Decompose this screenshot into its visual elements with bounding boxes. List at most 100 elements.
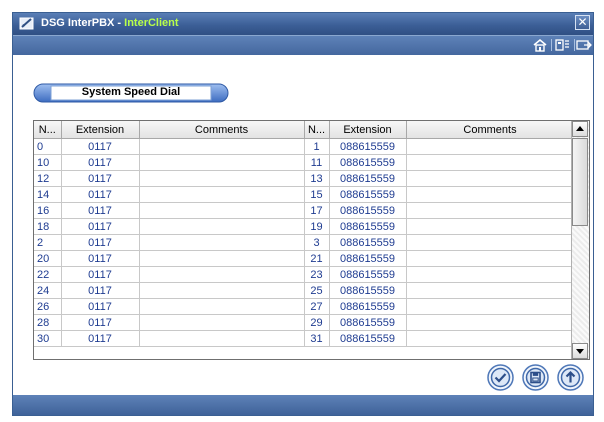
extension-cell[interactable]: 0117 xyxy=(61,186,140,203)
column-header-extension[interactable]: Extension xyxy=(61,121,140,139)
extension-cell[interactable]: 088615559 xyxy=(329,298,407,315)
extension-cell[interactable]: 0117 xyxy=(61,298,140,315)
table-row[interactable]: 22 0117 23 088615559 xyxy=(34,266,575,283)
table-row[interactable]: 26 0117 27 088615559 xyxy=(34,298,575,315)
speed-dial-number[interactable]: 27 xyxy=(304,298,330,315)
comments-cell[interactable] xyxy=(406,298,575,315)
phone-settings-icon[interactable] xyxy=(554,38,572,52)
extension-cell[interactable]: 0117 xyxy=(61,170,140,187)
comments-cell[interactable] xyxy=(406,186,575,203)
extension-cell[interactable]: 0117 xyxy=(61,138,140,155)
comments-cell[interactable] xyxy=(406,170,575,187)
extension-cell[interactable]: 0117 xyxy=(61,202,140,219)
close-button[interactable]: ✕ xyxy=(575,15,590,30)
table-row[interactable]: 30 0117 31 088615559 xyxy=(34,330,575,347)
table-row[interactable]: 20 0117 21 088615559 xyxy=(34,250,575,267)
extension-cell[interactable]: 088615559 xyxy=(329,154,407,171)
title-bar[interactable]: DSG InterPBX - InterClient ✕ xyxy=(13,13,593,35)
comments-cell[interactable] xyxy=(406,138,575,155)
comments-cell[interactable] xyxy=(139,266,305,283)
speed-dial-number[interactable]: 26 xyxy=(34,298,62,315)
column-header-number[interactable]: N... xyxy=(34,121,62,139)
comments-cell[interactable] xyxy=(406,154,575,171)
speed-dial-number[interactable]: 18 xyxy=(34,218,62,235)
extension-cell[interactable]: 0117 xyxy=(61,218,140,235)
comments-cell[interactable] xyxy=(406,202,575,219)
speed-dial-number[interactable]: 12 xyxy=(34,170,62,187)
speed-dial-number[interactable]: 2 xyxy=(34,234,62,251)
speed-dial-number[interactable]: 11 xyxy=(304,154,330,171)
comments-cell[interactable] xyxy=(139,186,305,203)
table-row[interactable]: 14 0117 15 088615559 xyxy=(34,186,575,203)
comments-cell[interactable] xyxy=(139,138,305,155)
table-row[interactable]: 28 0117 29 088615559 xyxy=(34,314,575,331)
comments-cell[interactable] xyxy=(406,314,575,331)
extension-cell[interactable]: 0117 xyxy=(61,266,140,283)
speed-dial-number[interactable]: 25 xyxy=(304,282,330,299)
column-header-comments-2[interactable]: Comments xyxy=(406,121,575,139)
upload-button[interactable] xyxy=(557,364,584,391)
extension-cell[interactable]: 088615559 xyxy=(329,250,407,267)
extension-cell[interactable]: 088615559 xyxy=(329,138,407,155)
extension-cell[interactable]: 0117 xyxy=(61,330,140,347)
comments-cell[interactable] xyxy=(406,282,575,299)
speed-dial-number[interactable]: 16 xyxy=(34,202,62,219)
speed-dial-number[interactable]: 24 xyxy=(34,282,62,299)
comments-cell[interactable] xyxy=(139,154,305,171)
column-header-number-2[interactable]: N... xyxy=(304,121,330,139)
comments-cell[interactable] xyxy=(139,250,305,267)
extension-cell[interactable]: 0117 xyxy=(61,282,140,299)
extension-cell[interactable]: 088615559 xyxy=(329,186,407,203)
comments-cell[interactable] xyxy=(139,298,305,315)
home-icon[interactable] xyxy=(531,38,549,52)
scroll-up-button[interactable] xyxy=(572,121,588,137)
column-header-extension-2[interactable]: Extension xyxy=(329,121,407,139)
speed-dial-number[interactable]: 13 xyxy=(304,170,330,187)
speed-dial-number[interactable]: 28 xyxy=(34,314,62,331)
speed-dial-number[interactable]: 30 xyxy=(34,330,62,347)
comments-cell[interactable] xyxy=(139,218,305,235)
comments-cell[interactable] xyxy=(139,234,305,251)
vertical-scrollbar[interactable] xyxy=(571,121,589,359)
speed-dial-number[interactable]: 23 xyxy=(304,266,330,283)
speed-dial-number[interactable]: 3 xyxy=(304,234,330,251)
table-row[interactable]: 10 0117 11 088615559 xyxy=(34,154,575,171)
comments-cell[interactable] xyxy=(406,234,575,251)
save-button[interactable] xyxy=(522,364,549,391)
extension-cell[interactable]: 088615559 xyxy=(329,266,407,283)
speed-dial-number[interactable]: 21 xyxy=(304,250,330,267)
extension-cell[interactable]: 0117 xyxy=(61,314,140,331)
speed-dial-number[interactable]: 31 xyxy=(304,330,330,347)
speed-dial-number[interactable]: 14 xyxy=(34,186,62,203)
table-row[interactable]: 12 0117 13 088615559 xyxy=(34,170,575,187)
comments-cell[interactable] xyxy=(139,170,305,187)
extension-cell[interactable]: 0117 xyxy=(61,250,140,267)
exit-icon[interactable] xyxy=(575,38,593,52)
extension-cell[interactable]: 088615559 xyxy=(329,202,407,219)
comments-cell[interactable] xyxy=(406,266,575,283)
table-row[interactable]: 18 0117 19 088615559 xyxy=(34,218,575,235)
speed-dial-number[interactable]: 20 xyxy=(34,250,62,267)
speed-dial-number[interactable]: 0 xyxy=(34,138,62,155)
extension-cell[interactable]: 088615559 xyxy=(329,282,407,299)
table-row[interactable]: 24 0117 25 088615559 xyxy=(34,282,575,299)
comments-cell[interactable] xyxy=(406,218,575,235)
speed-dial-number[interactable]: 10 xyxy=(34,154,62,171)
speed-dial-number[interactable]: 15 xyxy=(304,186,330,203)
speed-dial-number[interactable]: 1 xyxy=(304,138,330,155)
confirm-button[interactable] xyxy=(487,364,514,391)
scrollbar-thumb[interactable] xyxy=(572,138,588,226)
speed-dial-number[interactable]: 19 xyxy=(304,218,330,235)
comments-cell[interactable] xyxy=(139,282,305,299)
extension-cell[interactable]: 0117 xyxy=(61,154,140,171)
extension-cell[interactable]: 088615559 xyxy=(329,218,407,235)
comments-cell[interactable] xyxy=(406,250,575,267)
comments-cell[interactable] xyxy=(139,314,305,331)
speed-dial-number[interactable]: 22 xyxy=(34,266,62,283)
table-row[interactable]: 0 0117 1 088615559 xyxy=(34,138,575,155)
column-header-comments[interactable]: Comments xyxy=(139,121,305,139)
comments-cell[interactable] xyxy=(139,202,305,219)
table-row[interactable]: 2 0117 3 088615559 xyxy=(34,234,575,251)
table-row[interactable]: 16 0117 17 088615559 xyxy=(34,202,575,219)
extension-cell[interactable]: 0117 xyxy=(61,234,140,251)
